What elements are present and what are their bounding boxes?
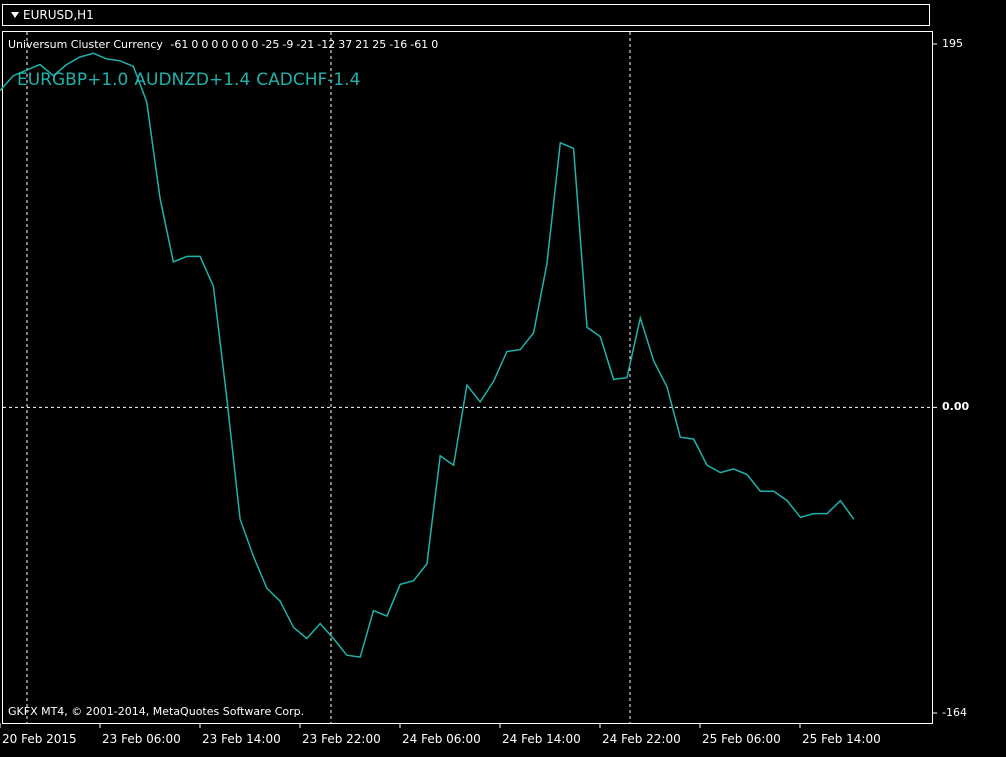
- copyright-text: GKFX MT4, © 2001-2014, MetaQuotes Softwa…: [8, 705, 305, 718]
- indicator-value: -25: [261, 38, 280, 51]
- indicator-value: 0: [201, 38, 209, 51]
- y-tick-label: 195: [942, 37, 963, 50]
- x-tick-label: 25 Feb 06:00: [702, 732, 781, 746]
- indicator-value: 0: [221, 38, 229, 51]
- indicator-value: 0: [241, 38, 249, 51]
- indicator-value: -9: [282, 38, 294, 51]
- indicator-value: 0: [231, 38, 239, 51]
- indicator-value: 0: [431, 38, 439, 51]
- indicator-value: 0: [191, 38, 199, 51]
- series-group: [0, 52, 855, 658]
- x-tick-label: 20 Feb 2015: [2, 732, 77, 746]
- indicator-value: -61: [170, 38, 189, 51]
- x-tick-label: 24 Feb 14:00: [502, 732, 581, 746]
- indicator-label: Universum Cluster Currency -61 0 0 0 0 0 0 0 -25…: [8, 38, 441, 51]
- indicator-series-line: [0, 52, 855, 658]
- symbols-legend: EURGBP+1.0 AUDNZD+1.4 CADCHF-1.4: [17, 70, 366, 90]
- symbol-weight-label: CADCHF-1.4: [256, 70, 361, 90]
- symbol-weight-label: AUDNZD+1.4: [134, 70, 251, 90]
- indicator-value: 0: [211, 38, 219, 51]
- indicator-value: 25: [372, 38, 387, 51]
- grid-lines: [0, 32, 937, 728]
- indicator-value: 0: [251, 38, 259, 51]
- x-tick-label: 23 Feb 14:00: [202, 732, 281, 746]
- x-tick-label: 23 Feb 22:00: [302, 732, 381, 746]
- chart-plot: [0, 32, 937, 728]
- x-tick-label: 24 Feb 06:00: [402, 732, 481, 746]
- x-tick-label: 23 Feb 06:00: [102, 732, 181, 746]
- y-tick-label: 0.00: [942, 400, 970, 414]
- indicator-name: Universum Cluster Currency: [8, 38, 163, 51]
- indicator-value: -16: [389, 38, 408, 51]
- indicator-value: -21: [296, 38, 315, 51]
- symbol-weight-label: EURGBP+1.0: [17, 70, 129, 90]
- indicator-value: 37: [338, 38, 353, 51]
- indicator-value: 21: [355, 38, 370, 51]
- x-tick-label: 24 Feb 22:00: [602, 732, 681, 746]
- indicator-value: -61: [410, 38, 429, 51]
- y-tick-label: -164: [942, 706, 967, 719]
- x-tick-label: 25 Feb 14:00: [802, 732, 881, 746]
- indicator-value: -12: [317, 38, 336, 51]
